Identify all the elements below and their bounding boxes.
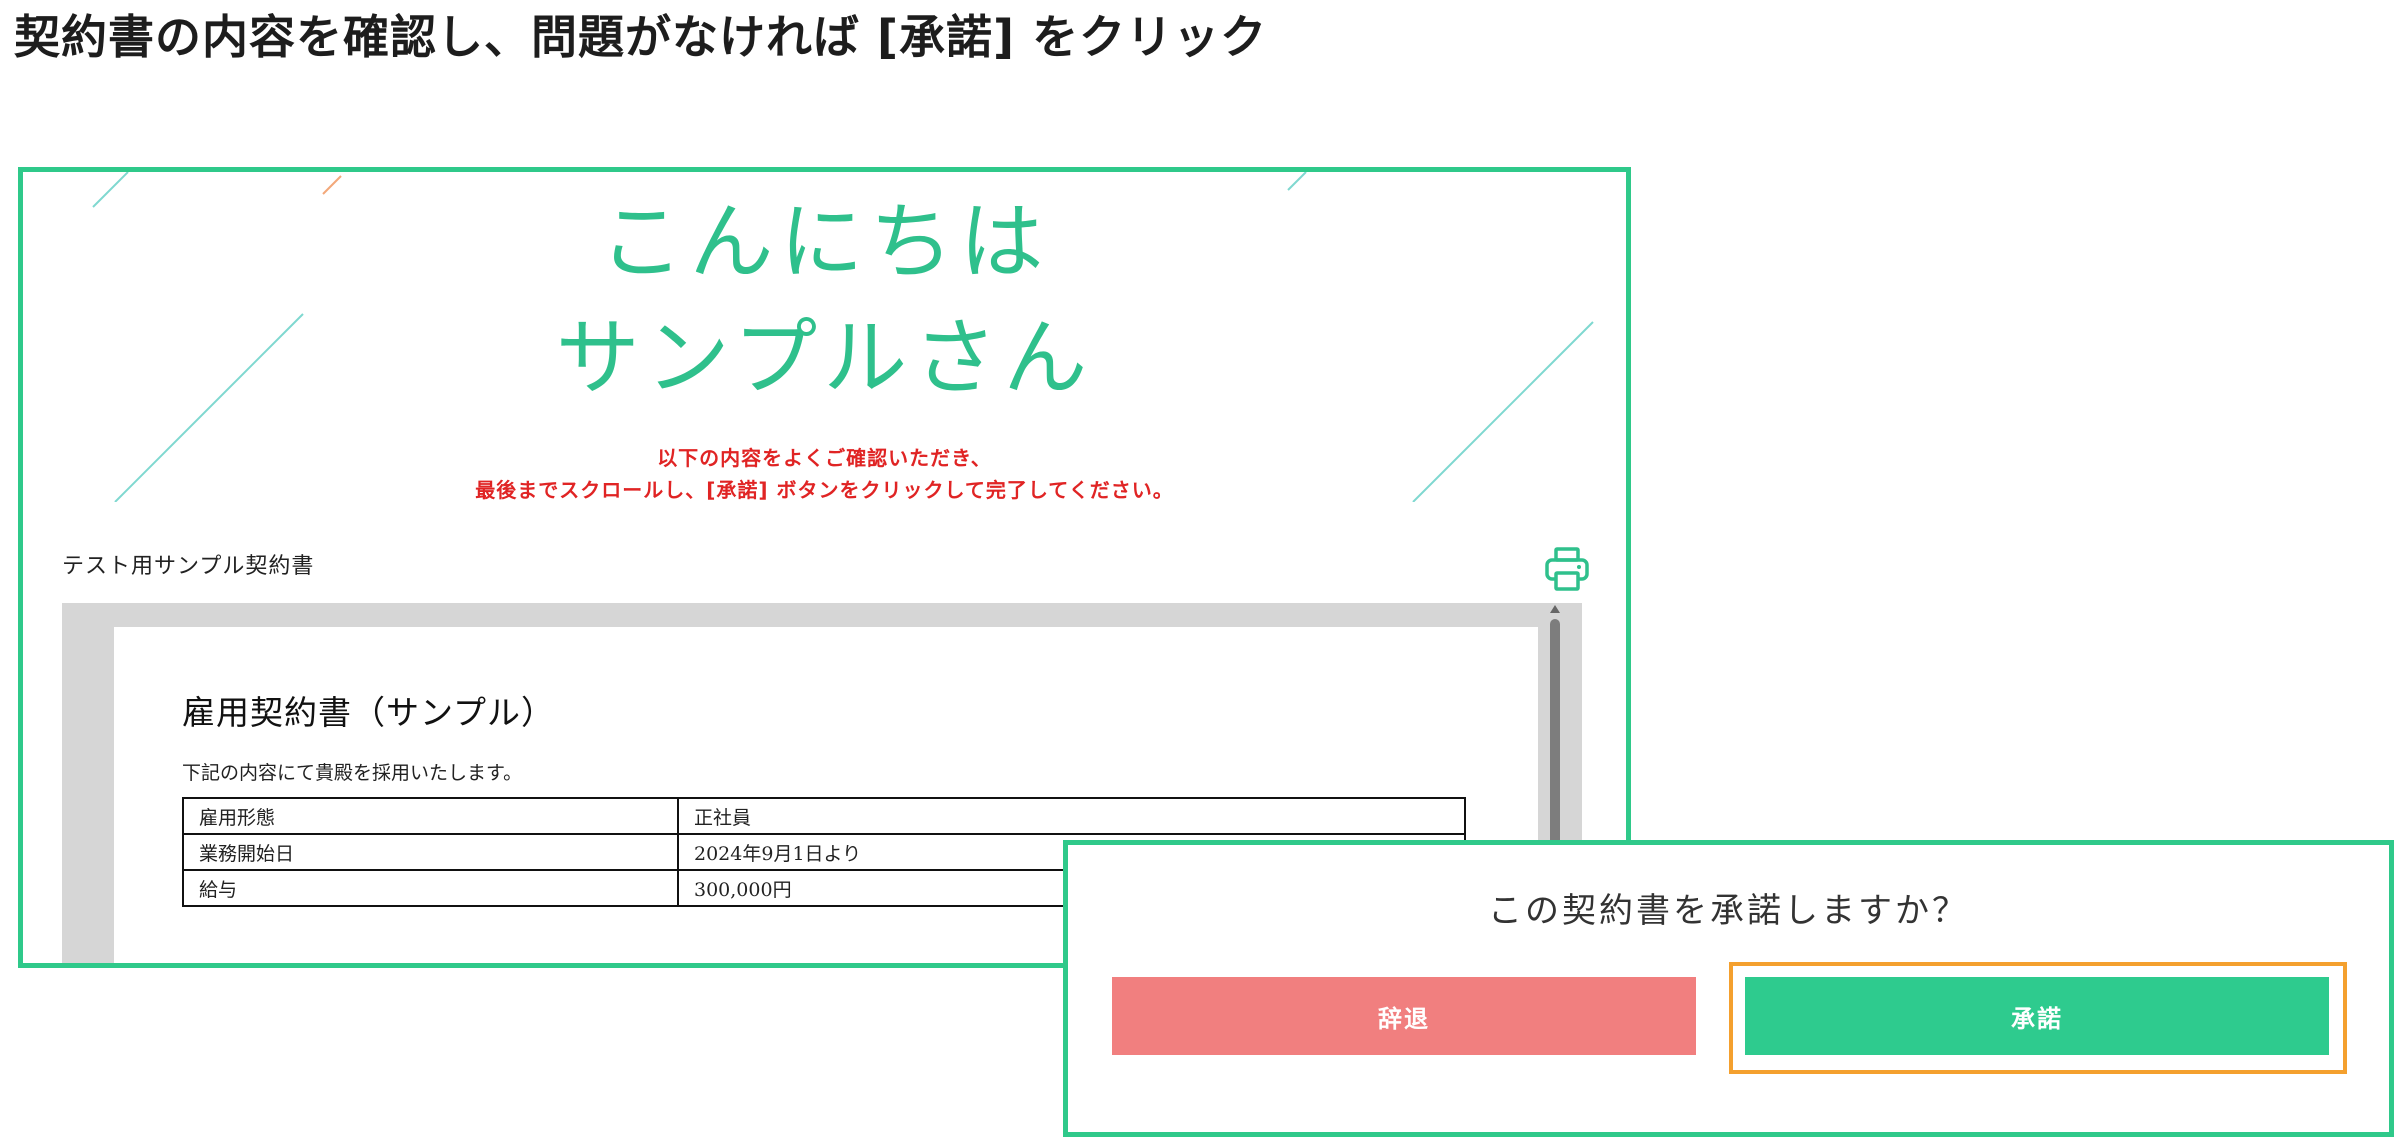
term-label: 給与 bbox=[182, 869, 679, 907]
contract-intro: 下記の内容にて貴殿を採用いたします。 bbox=[182, 762, 523, 784]
term-label: 雇用形態 bbox=[182, 797, 679, 835]
accept-button[interactable]: 承諾 bbox=[1745, 977, 2329, 1055]
term-value: 正社員 bbox=[677, 797, 1466, 835]
notice-line-2: 最後までスクロールし、[承諾] ボタンをクリックして完了してください。 bbox=[475, 478, 1174, 502]
printer-icon[interactable] bbox=[1543, 545, 1591, 593]
term-label: 業務開始日 bbox=[182, 833, 679, 871]
instruction-heading: 契約書の内容を確認し、問題がなければ [承諾] をクリック bbox=[14, 10, 1268, 64]
decline-button[interactable]: 辞退 bbox=[1112, 977, 1696, 1055]
contract-title: 雇用契約書（サンプル） bbox=[182, 693, 556, 732]
table-row: 雇用形態 正社員 bbox=[182, 797, 1466, 835]
greeting-name: サンプルさん bbox=[555, 309, 1094, 407]
document-title: テスト用サンプル契約書 bbox=[62, 554, 315, 579]
notice-line-1: 以下の内容をよくご確認いただき、 bbox=[657, 446, 992, 470]
greeting-hello: こんにちは bbox=[599, 193, 1050, 291]
confirm-dialog: この契約書を承諾しますか？ 辞退 承諾 bbox=[1063, 840, 2394, 1137]
confirm-question: この契約書を承諾しますか？ bbox=[1488, 891, 1969, 931]
scroll-up-arrow-icon[interactable] bbox=[1550, 605, 1560, 613]
